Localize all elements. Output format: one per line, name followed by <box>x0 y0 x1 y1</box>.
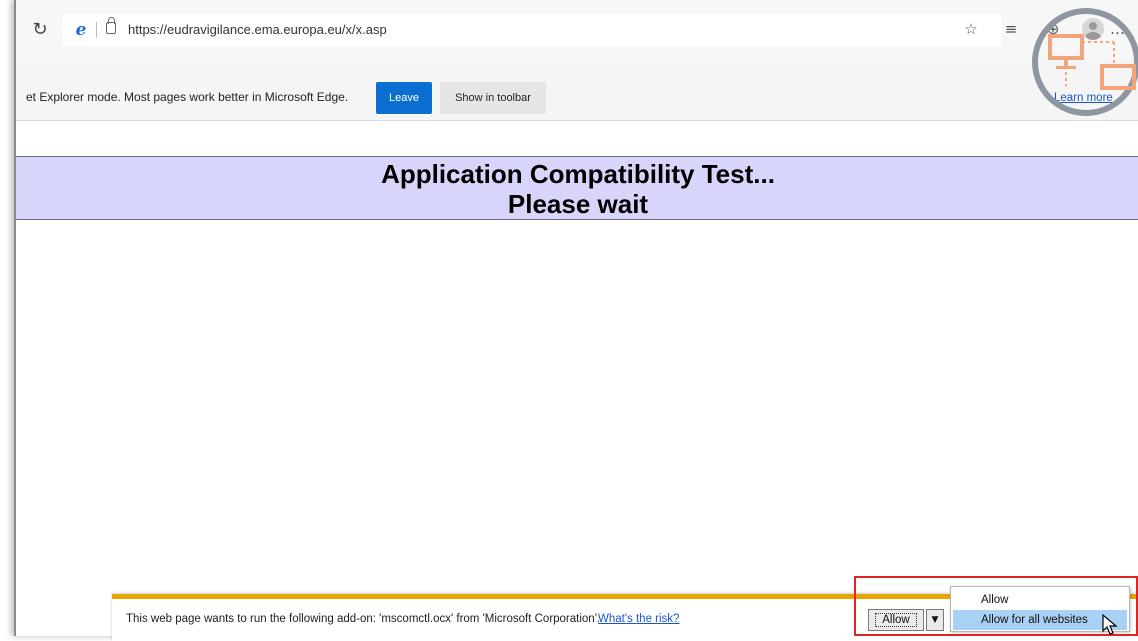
show-in-toolbar-button[interactable]: Show in toolbar <box>440 82 546 114</box>
notification-message: This web page wants to run the following… <box>126 613 601 625</box>
refresh-icon[interactable]: ↻ <box>30 20 50 40</box>
browser-window: ↻ e https://eudravigilance.ema.europa.eu… <box>14 0 1138 641</box>
address-divider <box>96 22 97 38</box>
address-bar[interactable]: e https://eudravigilance.ema.europa.eu/x… <box>62 14 1002 46</box>
page-title: Application Compatibility Test... <box>381 159 775 189</box>
red-highlight-box <box>854 576 1138 636</box>
infobar-message: et Explorer mode. Most pages work better… <box>26 90 349 104</box>
ie-mode-icon <box>1048 34 1136 90</box>
favorites-icon[interactable]: ≡ <box>1000 18 1022 40</box>
leave-button[interactable]: Leave <box>376 82 432 114</box>
mouse-pointer-icon <box>1102 614 1118 635</box>
compatibility-test-banner: Application Compatibility Test... Please… <box>16 156 1138 220</box>
favorite-add-icon[interactable]: ☆ <box>960 18 982 40</box>
ie-mode-infobar: et Explorer mode. Most pages work better… <box>16 58 1138 121</box>
lock-icon[interactable] <box>106 17 116 34</box>
whats-the-risk-link[interactable]: What's the risk? <box>598 613 679 625</box>
url-text[interactable]: https://eudravigilance.ema.europa.eu/x/x… <box>128 21 387 39</box>
ie-logo-icon[interactable]: e <box>72 21 90 39</box>
page-subtitle: Please wait <box>507 189 649 219</box>
address-toolbar: ↻ e https://eudravigilance.ema.europa.eu… <box>16 0 1138 58</box>
